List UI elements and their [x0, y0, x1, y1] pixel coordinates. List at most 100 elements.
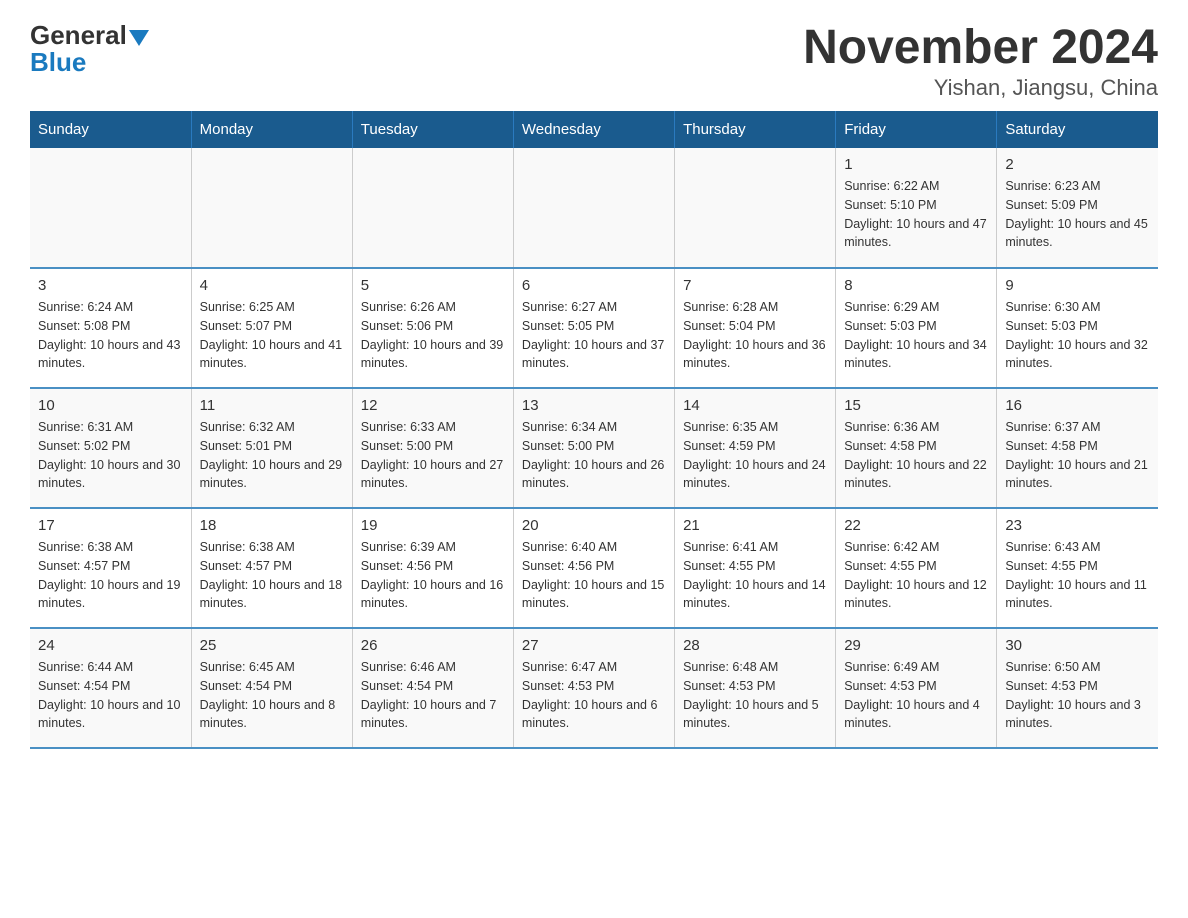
day-number: 8 [844, 277, 988, 294]
day-number: 10 [38, 397, 183, 414]
calendar-cell: 15 Sunrise: 6:36 AM Sunset: 4:58 PM Dayli… [836, 388, 997, 508]
day-info: Sunrise: 6:28 AM Sunset: 5:04 PM Dayligh… [683, 298, 827, 373]
calendar-cell: 11 Sunrise: 6:32 AM Sunset: 5:01 PM Dayli… [191, 388, 352, 508]
calendar-cell: 10Sunrise: 6:31 AM Sunset: 5:02 PM Dayli… [30, 388, 191, 508]
day-info: Sunrise: 6:47 AM Sunset: 4:53 PM Dayligh… [522, 658, 666, 733]
page-header: General Blue November 2024 Yishan, Jiang… [30, 20, 1158, 101]
day-info: Sunrise: 6:33 AM Sunset: 5:00 PM Dayligh… [361, 418, 505, 493]
calendar-cell: 8 Sunrise: 6:29 AM Sunset: 5:03 PM Daylig… [836, 268, 997, 388]
calendar-cell [513, 148, 674, 268]
day-info: Sunrise: 6:30 AM Sunset: 5:03 PM Dayligh… [1005, 298, 1150, 373]
day-number: 16 [1005, 397, 1150, 414]
calendar-cell: 30 Sunrise: 6:50 AM Sunset: 4:53 PM Dayli… [997, 628, 1158, 748]
day-info: Sunrise: 6:36 AM Sunset: 4:58 PM Dayligh… [844, 418, 988, 493]
title-block: November 2024 Yishan, Jiangsu, China [803, 20, 1158, 101]
day-info: Sunrise: 6:42 AM Sunset: 4:55 PM Dayligh… [844, 538, 988, 613]
calendar-cell: 24 Sunrise: 6:44 AM Sunset: 4:54 PM Dayli… [30, 628, 191, 748]
calendar-cell: 17 Sunrise: 6:38 AM Sunset: 4:57 PM Dayli… [30, 508, 191, 628]
calendar-cell: 5 Sunrise: 6:26 AM Sunset: 5:06 PM Daylig… [352, 268, 513, 388]
calendar-cell: 6Sunrise: 6:27 AM Sunset: 5:05 PM Daylig… [513, 268, 674, 388]
calendar-cell: 2 Sunrise: 6:23 AM Sunset: 5:09 PM Daylig… [997, 148, 1158, 268]
day-number: 9 [1005, 277, 1150, 294]
day-number: 27 [522, 637, 666, 654]
header-cell-monday: Monday [191, 111, 352, 148]
calendar-cell: 25 Sunrise: 6:45 AM Sunset: 4:54 PM Dayli… [191, 628, 352, 748]
calendar-cell: 14Sunrise: 6:35 AM Sunset: 4:59 PM Dayli… [675, 388, 836, 508]
day-info: Sunrise: 6:35 AM Sunset: 4:59 PM Dayligh… [683, 418, 827, 493]
day-number: 4 [200, 277, 344, 294]
calendar-cell [191, 148, 352, 268]
day-number: 11 [200, 397, 344, 414]
calendar-cell: 9 Sunrise: 6:30 AM Sunset: 5:03 PM Daylig… [997, 268, 1158, 388]
header-row: SundayMondayTuesdayWednesdayThursdayFrid… [30, 111, 1158, 148]
header-cell-saturday: Saturday [997, 111, 1158, 148]
day-number: 17 [38, 517, 183, 534]
calendar-cell: 18 Sunrise: 6:38 AM Sunset: 4:57 PM Dayli… [191, 508, 352, 628]
day-number: 3 [38, 277, 183, 294]
logo: General Blue [30, 20, 149, 78]
calendar-cell: 27 Sunrise: 6:47 AM Sunset: 4:53 PM Dayli… [513, 628, 674, 748]
day-number: 20 [522, 517, 666, 534]
header-cell-friday: Friday [836, 111, 997, 148]
day-number: 25 [200, 637, 344, 654]
day-info: Sunrise: 6:38 AM Sunset: 4:57 PM Dayligh… [200, 538, 344, 613]
day-info: Sunrise: 6:49 AM Sunset: 4:53 PM Dayligh… [844, 658, 988, 733]
day-number: 30 [1005, 637, 1150, 654]
calendar-table: SundayMondayTuesdayWednesdayThursdayFrid… [30, 111, 1158, 749]
calendar-subtitle: Yishan, Jiangsu, China [803, 75, 1158, 101]
calendar-cell: 13Sunrise: 6:34 AM Sunset: 5:00 PM Dayli… [513, 388, 674, 508]
day-info: Sunrise: 6:37 AM Sunset: 4:58 PM Dayligh… [1005, 418, 1150, 493]
day-info: Sunrise: 6:24 AM Sunset: 5:08 PM Dayligh… [38, 298, 183, 373]
calendar-cell: 29Sunrise: 6:49 AM Sunset: 4:53 PM Dayli… [836, 628, 997, 748]
calendar-cell: 28 Sunrise: 6:48 AM Sunset: 4:53 PM Dayli… [675, 628, 836, 748]
day-info: Sunrise: 6:23 AM Sunset: 5:09 PM Dayligh… [1005, 177, 1150, 252]
calendar-cell: 12 Sunrise: 6:33 AM Sunset: 5:00 PM Dayli… [352, 388, 513, 508]
day-number: 26 [361, 637, 505, 654]
calendar-cell: 22Sunrise: 6:42 AM Sunset: 4:55 PM Dayli… [836, 508, 997, 628]
day-number: 1 [844, 156, 988, 173]
day-number: 2 [1005, 156, 1150, 173]
calendar-week-3: 10Sunrise: 6:31 AM Sunset: 5:02 PM Dayli… [30, 388, 1158, 508]
day-number: 12 [361, 397, 505, 414]
day-number: 23 [1005, 517, 1150, 534]
calendar-week-2: 3 Sunrise: 6:24 AM Sunset: 5:08 PM Daylig… [30, 268, 1158, 388]
day-info: Sunrise: 6:39 AM Sunset: 4:56 PM Dayligh… [361, 538, 505, 613]
day-number: 18 [200, 517, 344, 534]
day-info: Sunrise: 6:38 AM Sunset: 4:57 PM Dayligh… [38, 538, 183, 613]
day-info: Sunrise: 6:32 AM Sunset: 5:01 PM Dayligh… [200, 418, 344, 493]
logo-triangle-icon [129, 30, 149, 46]
header-cell-tuesday: Tuesday [352, 111, 513, 148]
calendar-week-4: 17 Sunrise: 6:38 AM Sunset: 4:57 PM Dayli… [30, 508, 1158, 628]
day-info: Sunrise: 6:44 AM Sunset: 4:54 PM Dayligh… [38, 658, 183, 733]
day-number: 24 [38, 637, 183, 654]
calendar-cell: 21Sunrise: 6:41 AM Sunset: 4:55 PM Dayli… [675, 508, 836, 628]
calendar-title: November 2024 [803, 20, 1158, 75]
day-number: 7 [683, 277, 827, 294]
calendar-cell [675, 148, 836, 268]
day-info: Sunrise: 6:40 AM Sunset: 4:56 PM Dayligh… [522, 538, 666, 613]
day-info: Sunrise: 6:34 AM Sunset: 5:00 PM Dayligh… [522, 418, 666, 493]
calendar-week-1: 1 Sunrise: 6:22 AM Sunset: 5:10 PM Daylig… [30, 148, 1158, 268]
calendar-week-5: 24 Sunrise: 6:44 AM Sunset: 4:54 PM Dayli… [30, 628, 1158, 748]
day-number: 15 [844, 397, 988, 414]
logo-blue-text: Blue [30, 47, 86, 78]
calendar-body: 1 Sunrise: 6:22 AM Sunset: 5:10 PM Daylig… [30, 148, 1158, 748]
day-number: 28 [683, 637, 827, 654]
header-cell-thursday: Thursday [675, 111, 836, 148]
day-info: Sunrise: 6:46 AM Sunset: 4:54 PM Dayligh… [361, 658, 505, 733]
day-number: 5 [361, 277, 505, 294]
day-info: Sunrise: 6:29 AM Sunset: 5:03 PM Dayligh… [844, 298, 988, 373]
calendar-cell: 26 Sunrise: 6:46 AM Sunset: 4:54 PM Dayli… [352, 628, 513, 748]
calendar-cell: 3 Sunrise: 6:24 AM Sunset: 5:08 PM Daylig… [30, 268, 191, 388]
day-info: Sunrise: 6:26 AM Sunset: 5:06 PM Dayligh… [361, 298, 505, 373]
day-number: 21 [683, 517, 827, 534]
calendar-cell: 19Sunrise: 6:39 AM Sunset: 4:56 PM Dayli… [352, 508, 513, 628]
day-info: Sunrise: 6:45 AM Sunset: 4:54 PM Dayligh… [200, 658, 344, 733]
day-info: Sunrise: 6:48 AM Sunset: 4:53 PM Dayligh… [683, 658, 827, 733]
day-info: Sunrise: 6:22 AM Sunset: 5:10 PM Dayligh… [844, 177, 988, 252]
day-info: Sunrise: 6:27 AM Sunset: 5:05 PM Dayligh… [522, 298, 666, 373]
calendar-cell: 7 Sunrise: 6:28 AM Sunset: 5:04 PM Daylig… [675, 268, 836, 388]
header-cell-wednesday: Wednesday [513, 111, 674, 148]
day-info: Sunrise: 6:50 AM Sunset: 4:53 PM Dayligh… [1005, 658, 1150, 733]
calendar-cell: 16 Sunrise: 6:37 AM Sunset: 4:58 PM Dayli… [997, 388, 1158, 508]
